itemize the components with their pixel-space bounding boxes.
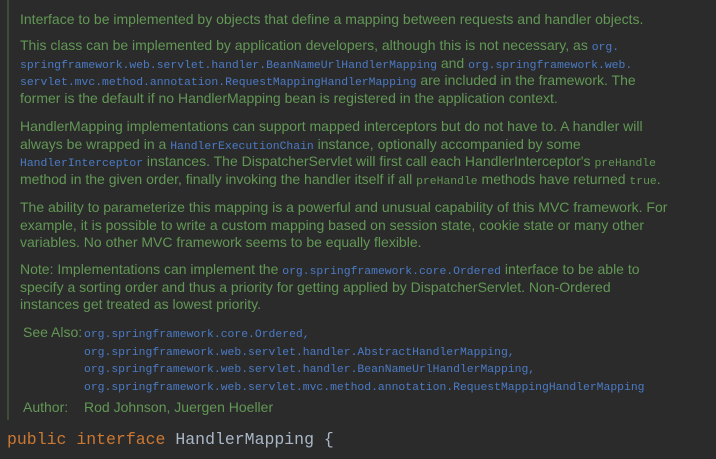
doc-text: This class can be implemented by applica…: [20, 37, 592, 53]
keyword-public: public: [7, 430, 67, 449]
doc-line: variables. No other MVC framework seems …: [20, 234, 667, 252]
inline-code: true: [629, 175, 657, 188]
doc-text: variables. No other MVC framework seems …: [20, 234, 422, 250]
javadoc-popup: Interface to be implemented by objects t…: [7, 0, 716, 420]
doc-text: Interface to be implemented by objects t…: [20, 11, 644, 27]
doc-text: instances get treated as lowest priority…: [20, 296, 261, 312]
see-also-link[interactable]: org.springframework.web.servlet.handler.…: [84, 364, 535, 376]
doc-text: HandlerMapping implementations can suppo…: [20, 118, 643, 134]
doc-line: The ability to parameterize this mapping…: [20, 199, 667, 217]
see-also-link[interactable]: org.springframework.web.servlet.handler.…: [84, 347, 515, 359]
doc-line: instances get treated as lowest priority…: [20, 296, 640, 314]
doc-line: former is the default if no HandlerMappi…: [20, 90, 636, 108]
doc-text: are included in the framework. The: [416, 72, 636, 88]
doc-paragraph: Interface to be implemented by objects t…: [20, 11, 643, 29]
doc-text: method in the given order, finally invok…: [20, 170, 417, 187]
doc-line: springframework.web.servlet.handler.Bean…: [20, 55, 636, 73]
doc-line: HandlerMapping implementations can suppo…: [20, 118, 661, 136]
doc-paragraph: This class can be implemented by applica…: [20, 37, 636, 107]
see-also-links: org.springframework.core.Ordered, org.sp…: [84, 324, 645, 394]
keyword-interface: interface: [76, 430, 166, 449]
doc-text: instance, optionally accompanied by some: [313, 135, 581, 152]
see-also-label: See Also:: [23, 324, 83, 340]
doc-text: instances. The DispatcherServlet will fi…: [143, 153, 595, 169]
doc-line: specify a sorting order and thus a prior…: [20, 279, 640, 297]
doc-text: The ability to parameterize this mapping…: [20, 199, 668, 215]
doc-text: Note: Implementations can implement the: [20, 261, 283, 277]
doc-line: HandlerInterceptor instances. The Dispat…: [20, 153, 661, 171]
doc-text: and: [436, 54, 469, 71]
doc-text: former is the default if no HandlerMappi…: [20, 89, 558, 106]
doc-paragraph: The ability to parameterize this mapping…: [20, 199, 667, 252]
doc-line: always be wrapped in a HandlerExecutionC…: [20, 136, 661, 154]
doc-text: methods have returned: [477, 170, 630, 187]
inline-code: preHandle: [594, 158, 656, 170]
doc-line: This class can be implemented by applica…: [20, 37, 636, 55]
author-label: Author:: [23, 399, 69, 415]
doc-text: interface to be able to: [501, 261, 640, 277]
doc-paragraph: HandlerMapping implementations can suppo…: [20, 118, 661, 188]
doc-line: Interface to be implemented by objects t…: [20, 11, 643, 29]
doc-link[interactable]: servlet.mvc.method.annotation.RequestMap…: [20, 77, 416, 89]
doc-line: example, it is possible to write a custo…: [20, 217, 667, 235]
doc-line: servlet.mvc.method.annotation.RequestMap…: [20, 72, 636, 90]
open-brace: {: [323, 430, 334, 449]
doc-paragraph: Note: Implementations can implement the …: [20, 261, 640, 314]
author-value: Rod Johnson, Juergen Hoeller: [84, 399, 274, 415]
doc-line: Note: Implementations can implement the …: [20, 261, 640, 279]
doc-text: example, it is possible to write a custo…: [20, 216, 645, 233]
code-declaration: public interface HandlerMapping {: [7, 430, 334, 450]
doc-text: always be wrapped in a: [20, 135, 171, 152]
doc-link[interactable]: HandlerInterceptor: [20, 158, 143, 170]
doc-line: method in the given order, finally invok…: [20, 171, 661, 189]
doc-text: specify a sorting order and thus a prior…: [20, 278, 611, 295]
see-also-link[interactable]: org.springframework.core.Ordered,: [84, 329, 310, 341]
doc-link[interactable]: org.springframework.web.: [468, 60, 632, 72]
doc-link[interactable]: org.springframework.core.Ordered: [282, 266, 501, 278]
doc-text: .: [656, 170, 661, 187]
doc-link[interactable]: HandlerExecutionChain: [170, 141, 314, 153]
doc-link[interactable]: springframework.web.servlet.handler.Bean…: [20, 60, 437, 72]
interface-name[interactable]: HandlerMapping: [175, 430, 314, 449]
doc-link[interactable]: org.: [592, 42, 619, 54]
see-also-link[interactable]: org.springframework.web.servlet.mvc.meth…: [84, 382, 645, 394]
inline-code: preHandle: [416, 175, 478, 188]
